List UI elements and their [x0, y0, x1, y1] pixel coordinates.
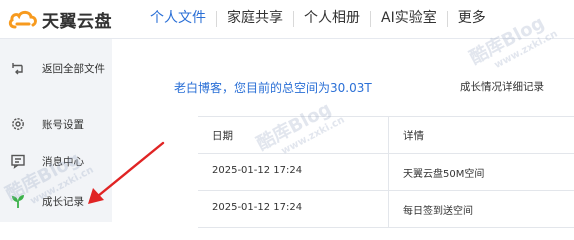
nav-tab-family-share[interactable]: 家庭共享 [217, 0, 293, 38]
logo-text: 天翼云盘 [42, 11, 112, 32]
sidebar-item-message-center[interactable]: 消息中心 [0, 146, 112, 176]
sidebar-item-label: 成长记录 [42, 195, 84, 208]
sidebar-item-label: 返回全部文件 [42, 62, 105, 75]
growth-detail-link[interactable]: 成长情况详细记录 [460, 79, 544, 94]
cloud-logo-icon [8, 10, 37, 29]
message-icon [11, 154, 25, 169]
top-bar: 天翼云盘 个人文件 家庭共享 个人相册 AI实验室 更多 [0, 0, 574, 39]
nav-tab-ai-lab[interactable]: AI实验室 [371, 0, 447, 38]
main-nav: 个人文件 家庭共享 个人相册 AI实验室 更多 [140, 0, 496, 38]
back-icon [12, 63, 23, 75]
sidebar-item-growth-record[interactable]: 成长记录 [0, 186, 112, 216]
table-cell-detail: 每日签到送空间 [403, 206, 473, 217]
table-row: 2025-01-12 17:24 每日签到送空间 [198, 191, 574, 228]
growth-record-table: 日期 详情 2025-01-12 17:24 天翼云盘50M空间 2025-01… [198, 116, 574, 228]
table-cell-detail: 天翼云盘50M空间 [403, 169, 485, 180]
gear-icon [12, 118, 24, 130]
main-content: 老白博客，您目前的总空间为30.03T 成长情况详细记录 日期 详情 2025-… [112, 39, 574, 228]
total-space-summary: 老白博客，您目前的总空间为30.03T [174, 81, 372, 95]
logo[interactable]: 天翼云盘 [8, 8, 112, 32]
growth-sprout-icon [12, 195, 24, 208]
sidebar-item-label: 账号设置 [42, 118, 84, 131]
nav-tab-more[interactable]: 更多 [448, 0, 496, 38]
column-header-date: 日期 [198, 117, 389, 153]
nav-tab-personal-files[interactable]: 个人文件 [140, 0, 216, 38]
sidebar-item-label: 消息中心 [42, 155, 84, 168]
table-cell-date: 2025-01-12 17:24 [198, 191, 389, 227]
table-cell-date: 2025-01-12 17:24 [198, 154, 389, 190]
sidebar: 返回全部文件 账号设置 消息中心 成长记录 [0, 39, 112, 222]
sidebar-item-back-to-all-files[interactable]: 返回全部文件 [0, 53, 112, 83]
table-row: 2025-01-12 17:24 天翼云盘50M空间 [198, 154, 574, 191]
nav-tab-personal-album[interactable]: 个人相册 [294, 0, 370, 38]
sidebar-item-account-settings[interactable]: 账号设置 [0, 109, 112, 139]
column-header-detail: 详情 [403, 130, 424, 142]
table-header-row: 日期 详情 [198, 117, 574, 154]
